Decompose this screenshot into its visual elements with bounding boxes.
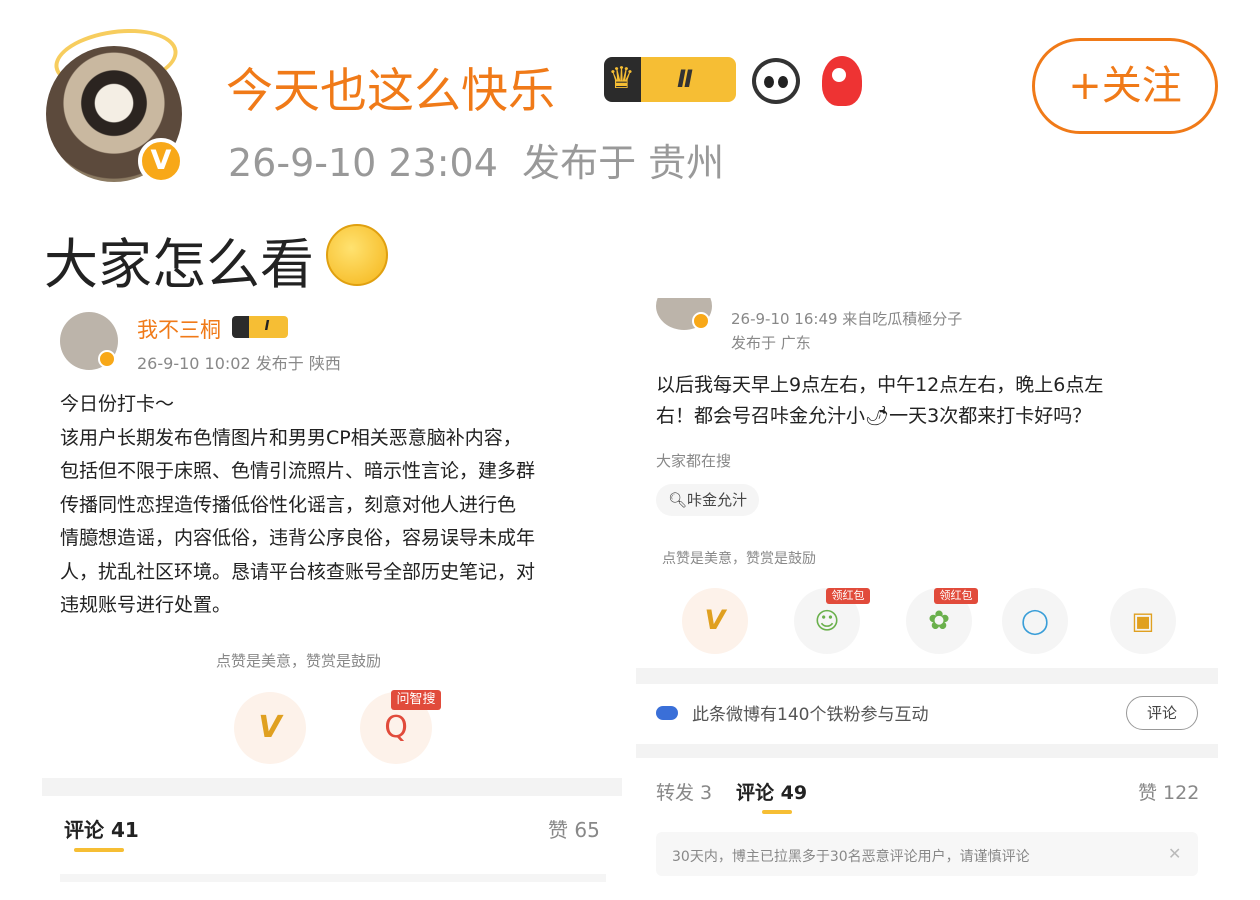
right-verified-icon — [692, 312, 710, 330]
repost-tab[interactable]: 转发 3 — [656, 778, 712, 805]
magnifier-icon: Q — [384, 710, 408, 745]
divider — [42, 778, 622, 796]
moments-icon: ✿ — [928, 606, 950, 636]
weibo-mascot-icon — [822, 56, 862, 106]
left-reward-button[interactable]: V — [234, 692, 306, 764]
crown-icon: ♛ — [608, 61, 635, 96]
thinking-face-icon — [326, 224, 388, 286]
right-body: 以后我每天早上9点左右，中午12点左右，晚上6点左 右！都会号召咔金允汁小🌶一天… — [656, 370, 1103, 432]
left-vip-badge: Ⅰ — [232, 316, 288, 338]
post-timestamp: 26-9-10 23:04 — [228, 141, 498, 185]
right-like-hint: 点赞是美意，赞赏是鼓励 — [662, 551, 816, 567]
right-location: 发布于 广东 — [731, 334, 811, 352]
left-meta: 26-9-10 10:02 发布于 陕西 — [137, 354, 341, 373]
left-like-hint: 点赞是美意，赞赏是鼓励 — [216, 652, 382, 670]
trending-label: 大家都在搜 — [656, 452, 732, 470]
search-icon: 🔍︎ — [668, 491, 688, 509]
right-screenshot: 26-9-10 16:49 来自吃瓜積極分子 发布于 广东 以后我每天早上9点左… — [636, 298, 1218, 890]
panda-icon — [752, 58, 800, 104]
wechat-icon: ☺ — [814, 607, 840, 635]
blocked-notice: 30天内，博主已拉黑多于30名恶意评论用户，请谨慎评论 — [672, 849, 1030, 865]
save-image-icon: ▣ — [1131, 607, 1155, 635]
divider — [60, 874, 606, 882]
reward-icon: V — [258, 710, 282, 745]
verified-badge-icon: V — [138, 138, 184, 184]
active-tab-indicator — [74, 848, 124, 852]
post-meta: 26-9-10 23:04 发布于 贵州 — [228, 132, 724, 187]
post-location: 发布于 贵州 — [522, 141, 725, 185]
left-body: 今日份打卡～ 该用户长期发布色情图片和男男CP相关恶意脑补内容， 包括但不限于床… — [60, 388, 535, 623]
right-likes-count[interactable]: 赞 122 — [1138, 778, 1199, 805]
left-body-line: 传播同性恋捏造传播低俗性化谣言，刻意对他人进行色 — [60, 493, 517, 516]
left-username: 我不三桐 — [137, 318, 221, 342]
post-text: 大家怎么看 — [44, 233, 314, 296]
comments-tab[interactable]: 评论 49 — [736, 778, 807, 805]
search-chip-label: 咔金允汁 — [687, 491, 748, 509]
reward-icon: V — [704, 605, 726, 636]
username[interactable]: 今天也这么快乐 — [226, 52, 555, 121]
left-ask-badge: 问智搜 — [391, 690, 441, 710]
active-tab-indicator — [762, 810, 792, 814]
left-likes-count[interactable]: 赞 65 — [548, 814, 600, 843]
red-packet-badge: 领红包 — [826, 588, 870, 604]
fans-notice: 此条微博有140个铁粉参与互动 — [692, 705, 929, 725]
divider — [636, 668, 1218, 684]
left-screenshot: 我不三桐 Ⅰ 26-9-10 10:02 发布于 陕西 今日份打卡～ 该用户长期… — [42, 300, 622, 885]
right-body-line: 以后我每天早上9点左右，中午12点左右，晚上6点左 — [656, 374, 1104, 396]
left-body-line: 今日份打卡～ — [60, 393, 175, 415]
red-packet-badge: 领红包 — [934, 588, 978, 604]
divider — [636, 744, 1218, 758]
follow-button[interactable]: +关注 — [1032, 38, 1218, 134]
left-body-line: 人，扰乱社区环境。恳请平台核查账号全部历史笔记，对 — [60, 560, 536, 583]
left-body-line: 违规账号进行处置。 — [60, 594, 232, 616]
left-comments-tab[interactable]: 评论 41 — [64, 814, 139, 843]
fans-icon — [656, 706, 678, 720]
left-body-line: 包括但不限于床照、色情引流照片、暗示性言论，建多群 — [60, 460, 536, 482]
qq-icon: ◯ — [1021, 606, 1049, 635]
left-body-line: 该用户长期发布色情图片和男男CP相关恶意脑补内容， — [60, 426, 522, 449]
close-icon[interactable]: ✕ — [1168, 844, 1181, 863]
search-chip[interactable]: 🔍︎咔金允汁 — [656, 484, 760, 516]
save-image-button[interactable]: ▣ — [1110, 588, 1176, 654]
right-meta: 26-9-10 16:49 来自吃瓜積極分子 — [731, 310, 963, 328]
left-verified-icon — [98, 350, 116, 368]
right-body-line: 右！都会号召咔金允汁小🌶一天3次都来打卡好吗？ — [656, 405, 1092, 427]
left-body-line: 情臆想造谣，内容低俗，违背公序良俗，容易误导未成年 — [60, 527, 536, 549]
comment-button[interactable]: 评论 — [1126, 696, 1198, 730]
qq-share-button[interactable]: ◯ — [1002, 588, 1068, 654]
right-reward-button[interactable]: V — [682, 588, 748, 654]
